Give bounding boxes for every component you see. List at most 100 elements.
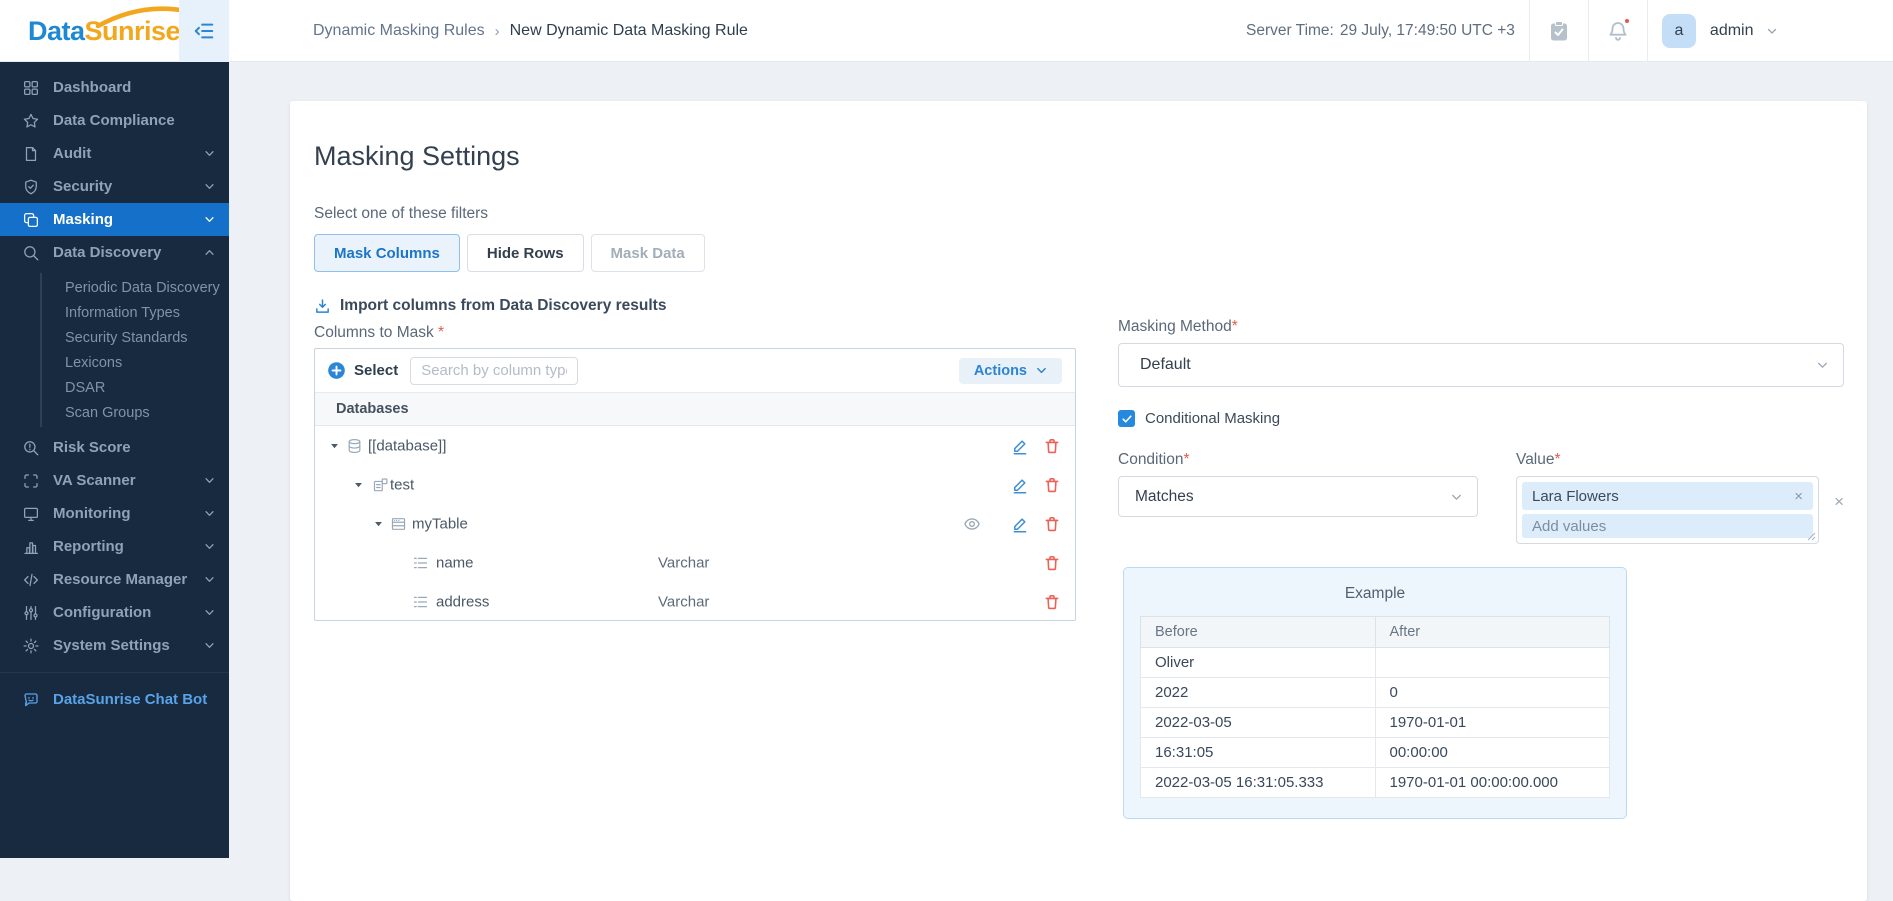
tree-row-test[interactable]: test [315,465,1075,504]
sidebar-subitem-lexicons[interactable]: Lexicons [65,350,229,375]
add-column-button[interactable] [327,361,346,380]
add-values-input[interactable] [1522,514,1814,538]
monitor-icon [22,505,40,523]
edit-pencil-icon[interactable] [1011,437,1029,455]
import-columns-label: Import columns from Data Discovery resul… [340,297,667,314]
columns-section: Masking Settings Select one of these fil… [314,101,1076,621]
sidebar-item-label: DataSunrise Chat Bot [53,691,208,708]
sidebar-subitem-periodic-data-discovery[interactable]: Periodic Data Discovery [65,275,229,300]
user-name: admin [1709,22,1754,39]
delete-trash-icon[interactable] [1043,593,1061,611]
sidebar-item-data-compliance[interactable]: Data Compliance [0,104,229,137]
value-tags-box[interactable]: Lara Flowers × [1516,476,1820,544]
conditional-masking-checkbox[interactable] [1118,410,1135,427]
sidebar-subitem-information-types[interactable]: Information Types [65,300,229,325]
column-datatype: Varchar [658,554,710,571]
sidebar-item-masking[interactable]: Masking [0,203,229,236]
delete-trash-icon[interactable] [1043,437,1061,455]
masking-settings-card: Masking Settings Select one of these fil… [290,101,1867,901]
caret-down-icon[interactable] [329,440,340,451]
user-menu[interactable]: a admin [1661,14,1778,48]
eye-icon[interactable] [963,515,981,533]
condition-select[interactable]: Matches [1118,476,1478,517]
sidebar-item-risk-score[interactable]: Risk Score [0,431,229,464]
sidebar-item-va-scanner[interactable]: VA Scanner [0,464,229,497]
example-row: 2022-03-05 16:31:05.333 1970-01-01 00:00:… [1140,767,1610,798]
shield-icon [22,178,40,196]
chevron-up-icon [204,247,215,258]
resize-grip[interactable] [1807,532,1816,541]
page-title: Masking Settings [314,141,520,171]
delete-trash-icon[interactable] [1043,515,1061,533]
columns-tree: [[database]] test myTable name Varchar addres… [315,426,1075,621]
column-datatype: Varchar [658,593,710,610]
clear-value-button[interactable]: × [1834,493,1844,510]
sidebar-item-dashboard[interactable]: Dashboard [0,71,229,104]
caret-down-icon[interactable] [353,479,364,490]
tree-row-mytable[interactable]: myTable [315,504,1075,543]
example-cell [1374,647,1610,678]
sidebar-item-monitoring[interactable]: Monitoring [0,497,229,530]
masking-method-select[interactable]: Default [1118,343,1844,387]
star-icon [22,112,40,130]
sidebar-item-audit[interactable]: Audit [0,137,229,170]
chevron-down-icon [204,640,215,651]
example-row: Oliver [1140,647,1610,678]
select-label[interactable]: Select [354,362,398,379]
sidebar-item-label: Reporting [53,538,124,555]
sidebar-item-reporting[interactable]: Reporting [0,530,229,563]
chevron-down-icon [204,181,215,192]
sidebar-item-label: Configuration [53,604,152,621]
remove-tag-button[interactable]: × [1794,488,1803,505]
example-cell: 1970-01-01 00:00:00.000 [1374,767,1610,798]
sidebar-collapse-button[interactable] [179,0,229,62]
sidebar-subitem-scan-groups[interactable]: Scan Groups [65,400,229,425]
tree-row-database[interactable]: [[database]] [315,426,1075,465]
edit-pencil-icon[interactable] [1011,476,1029,494]
topbar: Data Sunrise Dynamic Masking Rules › New … [0,0,1893,62]
topbar-divider [1587,0,1589,62]
breadcrumb-parent-link[interactable]: Dynamic Masking Rules [313,22,485,40]
sidebar-item-datasunrise-chat-bot[interactable]: DataSunrise Chat Bot [0,683,229,716]
example-cell: Oliver [1140,647,1376,678]
sidebar-subitem-dsar[interactable]: DSAR [65,375,229,400]
topbar-divider [1528,0,1530,62]
breadcrumb-separator: › [494,22,500,40]
mask-columns-button[interactable]: Mask Columns [314,234,460,272]
sliders-icon [22,604,40,622]
sidebar-item-label: Data Discovery [53,244,162,261]
chevron-down-icon [1452,494,1461,500]
mask-data-button[interactable]: Mask Data [590,234,705,272]
columns-toolbar: Select Actions [315,349,1075,393]
tree-node-label: address [436,593,490,610]
tree-row-name[interactable]: name Varchar [315,543,1075,582]
topbar-divider [1646,0,1648,62]
delete-trash-icon[interactable] [1043,554,1061,572]
edit-pencil-icon[interactable] [1011,515,1029,533]
conditional-masking-label: Conditional Masking [1145,410,1281,427]
sidebar-item-security[interactable]: Security [0,170,229,203]
sidebar-nav: Dashboard Data Compliance Audit Security Mas… [0,71,229,662]
tree-node-label: myTable [412,515,468,532]
actions-dropdown-button[interactable]: Actions [958,357,1062,384]
sidebar-item-data-discovery[interactable]: Data Discovery [0,236,229,269]
sidebar-item-configuration[interactable]: Configuration [0,596,229,629]
sidebar-item-resource-manager[interactable]: Resource Manager [0,563,229,596]
example-card: Example Before After Oliver 2022 0 2022-03-0… [1123,567,1627,819]
delete-trash-icon[interactable] [1043,476,1061,494]
sidebar-item-system-settings[interactable]: System Settings [0,629,229,662]
caret-down-icon[interactable] [373,518,384,529]
sidebar-divider [0,672,229,673]
sidebar-item-label: Resource Manager [53,571,188,588]
sidebar-subitem-security-standards[interactable]: Security Standards [65,325,229,350]
tree-row-address[interactable]: address Varchar [315,582,1075,621]
tasks-button[interactable] [1544,16,1574,46]
value-label: Value* [1516,451,1561,468]
search-column-type-input[interactable] [410,356,579,385]
hide-rows-button[interactable]: Hide Rows [466,234,584,272]
condition-value-row: Condition* Matches Value* Lara Flowers × [1118,451,1844,544]
filters-label: Select one of these filters [314,205,489,222]
notifications-button[interactable] [1603,16,1633,46]
import-columns-link[interactable]: Import columns from Data Discovery resul… [314,297,1076,315]
value-tag: Lara Flowers × [1522,482,1814,510]
